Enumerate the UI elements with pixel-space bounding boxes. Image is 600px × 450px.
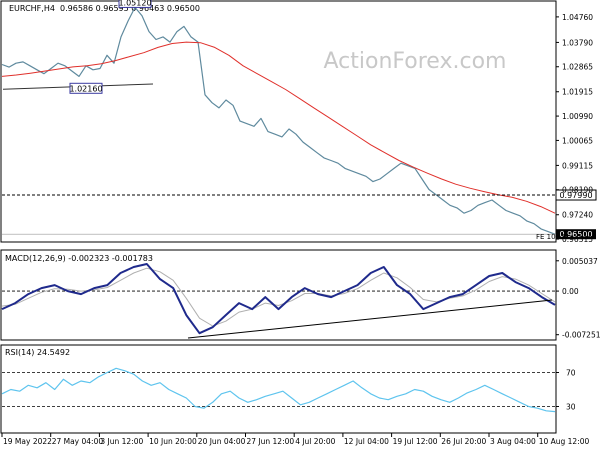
y-tick-label: 1.04760 xyxy=(562,13,593,22)
rsi-y-tick-label: 30 xyxy=(566,403,576,412)
x-tick-label: 12 Jul 04:00 xyxy=(344,437,389,446)
x-tick-label: 27 May 04:00 xyxy=(52,437,104,446)
annotation-label: 1.05120 xyxy=(118,0,151,7)
price-annotation: 1.02160 xyxy=(69,82,103,94)
x-tick-label: 19 May 2022 xyxy=(3,437,52,446)
y-tick-label: 0.96315 xyxy=(562,235,593,244)
x-axis: 19 May 2022 27 May 04:003 Jun 12:00 10 Jun… xyxy=(1,433,590,446)
y-tick-label: 1.00990 xyxy=(562,112,593,121)
rsi-panel xyxy=(0,344,557,434)
x-tick-label: 10 Jun 20:00 xyxy=(149,437,197,446)
x-tick-label: 26 Jul 20:00 xyxy=(441,437,486,446)
macd-y-tick-label: 0.00 xyxy=(562,287,579,296)
y-tick-label: 1.03790 xyxy=(562,38,593,47)
rsi-y-tick-label: 70 xyxy=(566,369,576,378)
rsi-title: RSI(14) 24.5492 xyxy=(5,348,70,357)
x-tick-label: 10 Aug 12:00 xyxy=(539,437,590,446)
y-tick-label: 0.99115 xyxy=(562,161,593,170)
y-tick-label: 0.97240 xyxy=(562,211,593,220)
x-tick-label: 4 Jul 20:00 xyxy=(295,437,335,446)
y-tick-label: 1.02865 xyxy=(562,63,593,72)
x-tick-label: 20 Jun 04:00 xyxy=(198,437,246,446)
header-symbol: EURCHF,H4 xyxy=(9,4,55,13)
forex-chart: ActionForex.com EURCHF,H4 0.96586 0.9659… xyxy=(0,0,600,446)
x-tick-label: 3 Aug 04:00 xyxy=(490,437,536,446)
macd-y-tick-label: -0.007251 xyxy=(562,331,600,340)
annotation-label: 1.02160 xyxy=(69,84,102,93)
price-annotation: 1.05120 xyxy=(118,0,152,8)
x-tick-label: 19 Jul 12:00 xyxy=(393,437,438,446)
y-tick-label: 1.00065 xyxy=(562,136,593,145)
y-tick-label: 0.98190 xyxy=(562,186,593,195)
macd-title: MACD(12,26,9) -0.002323 -0.001783 xyxy=(5,254,153,263)
macd-y-tick-label: 0.005037 xyxy=(562,257,598,266)
x-tick-label: 3 Jun 12:00 xyxy=(100,437,143,446)
y-axis: 1.04760 1.03790 1.02865 1.01915 1.00990 1.000… xyxy=(556,13,600,412)
macd-panel xyxy=(0,249,557,341)
x-tick-label: 27 Jun 12:00 xyxy=(247,437,295,446)
watermark: ActionForex.com xyxy=(324,49,507,74)
price-panel xyxy=(0,0,557,243)
y-tick-label: 1.01915 xyxy=(562,88,593,97)
